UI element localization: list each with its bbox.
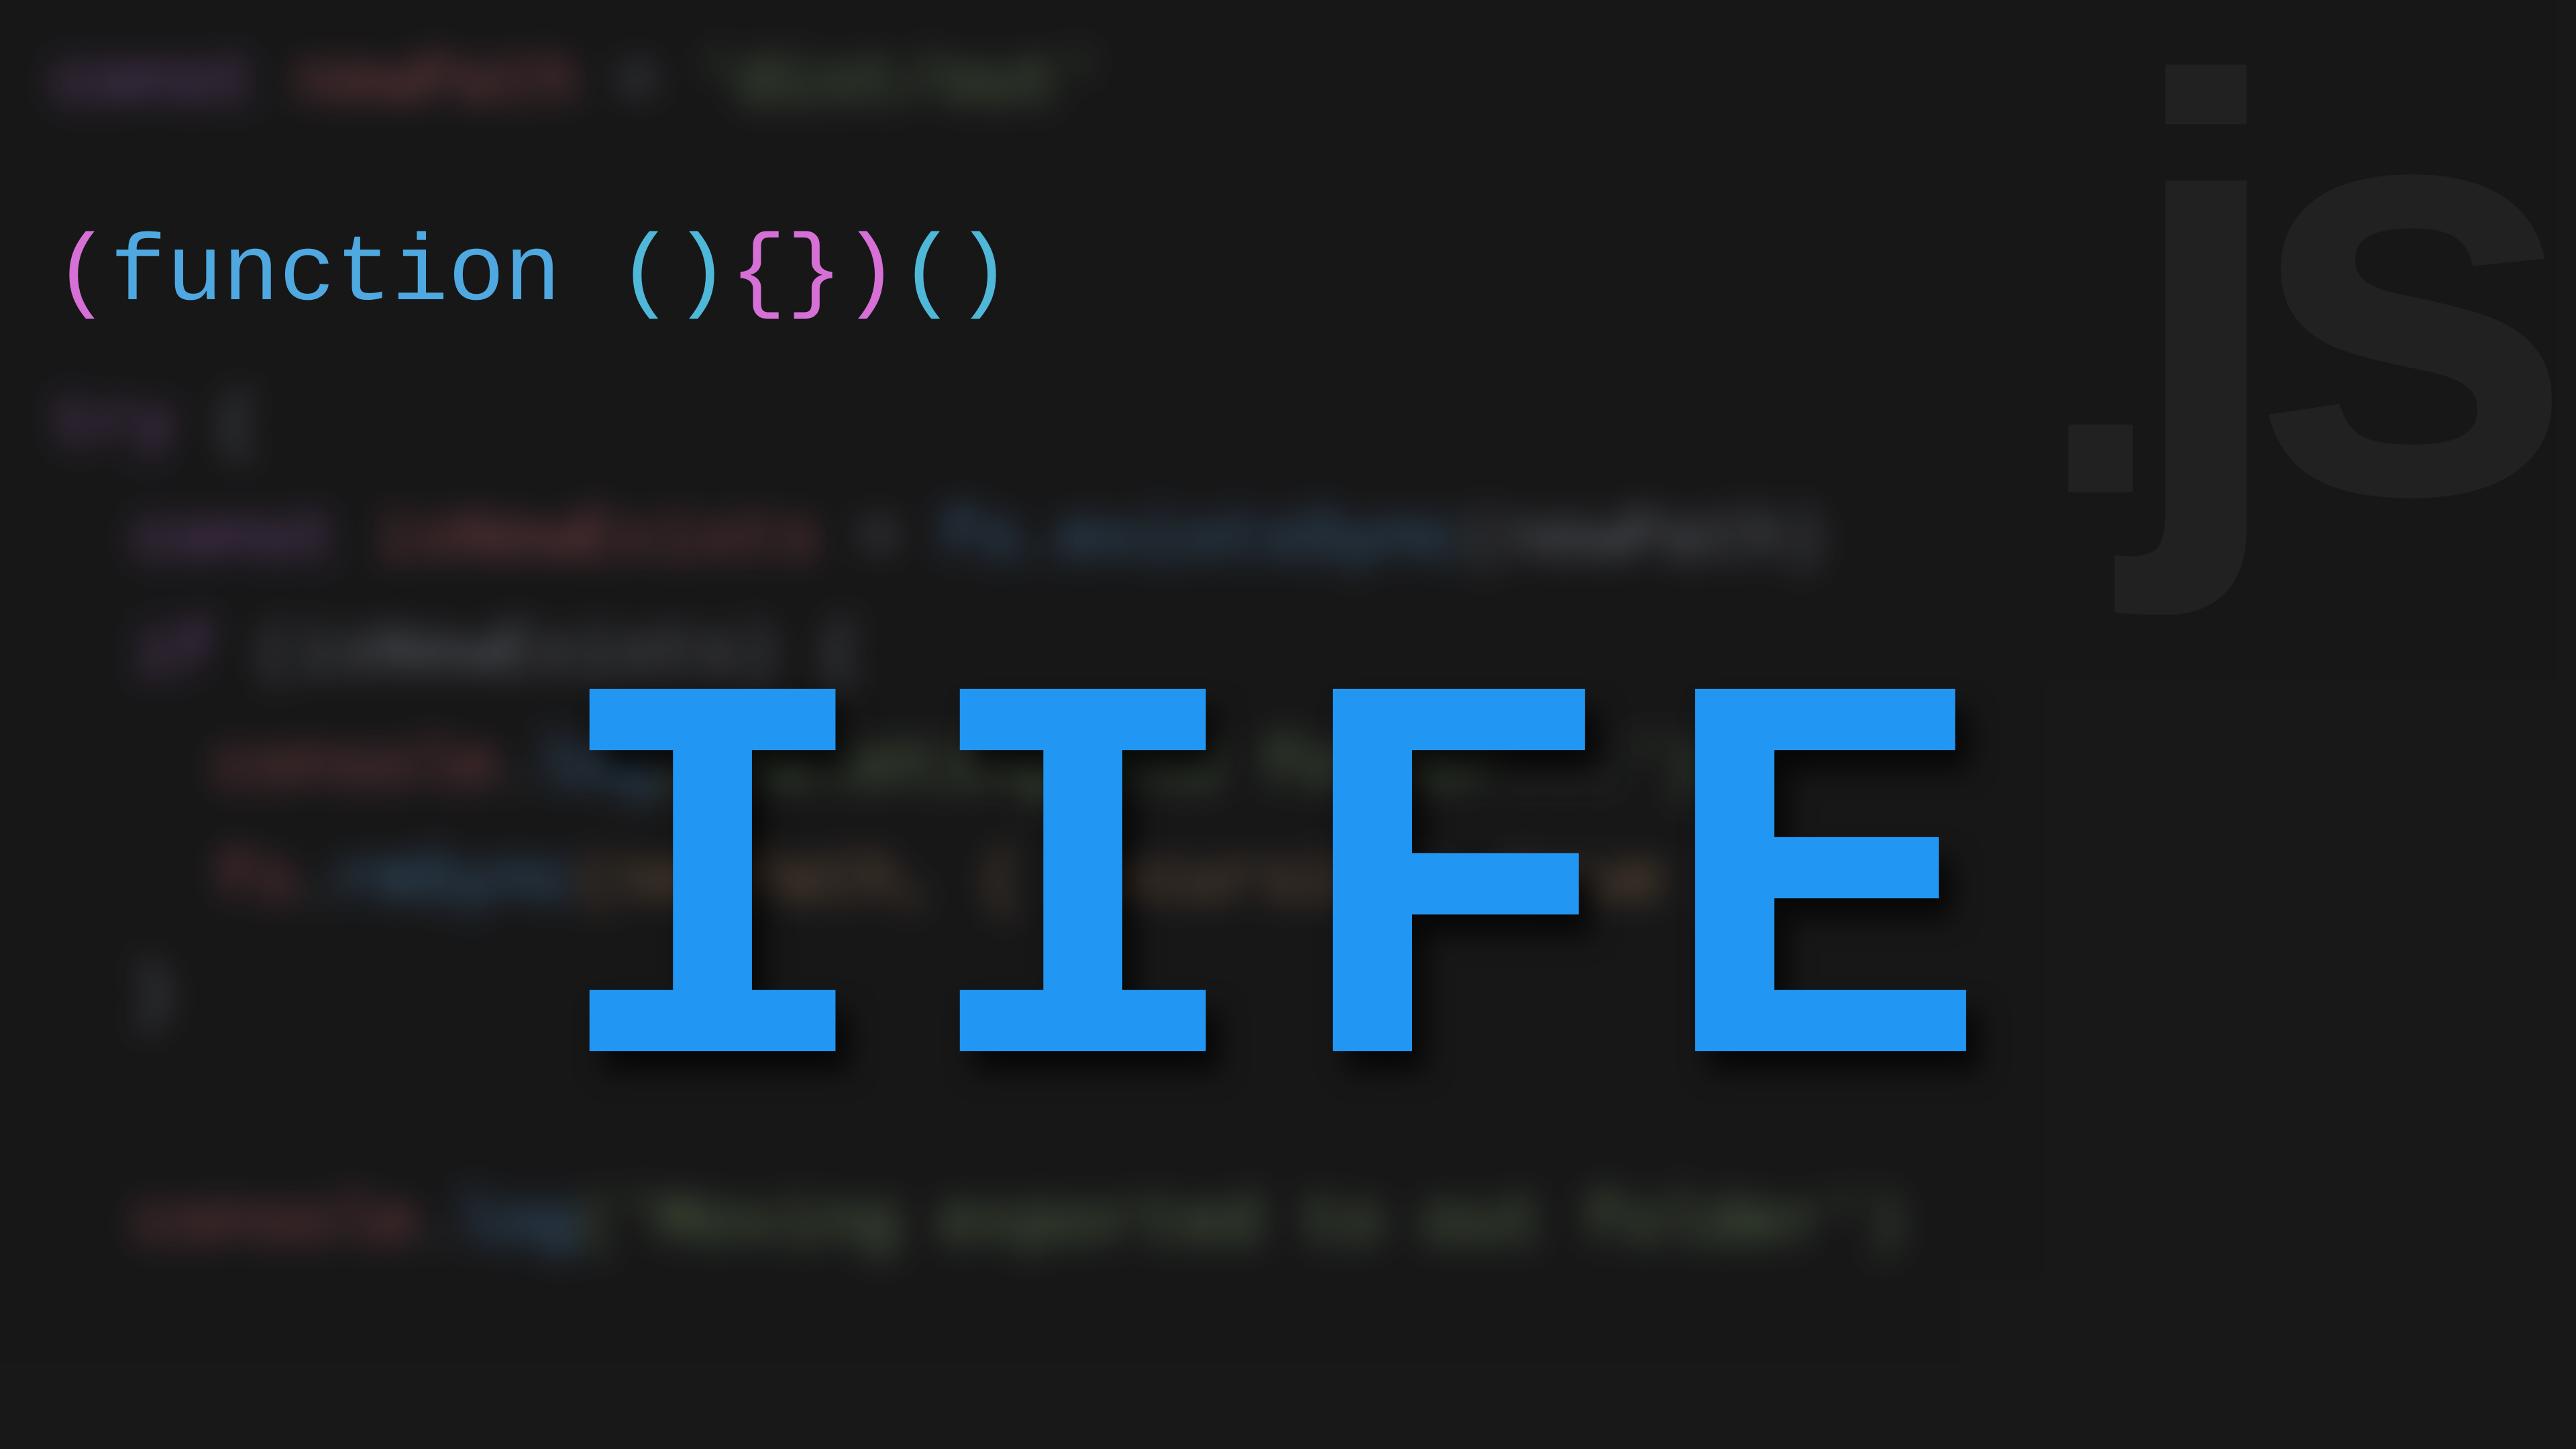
paren-close: ) [843,221,899,328]
js-watermark-icon: .js [2037,54,2536,510]
paren-invoke: () [899,221,1012,328]
function-keyword: function [110,221,561,328]
paren-pair-inner: () [617,221,730,328]
space [561,221,617,328]
iife-code-snippet: (function (){})() [54,221,1012,328]
paren-open: ( [54,221,110,328]
js-dot: . [2037,80,2124,590]
js-text: js [2124,0,2536,618]
iife-title: IIFE [547,631,2029,1181]
brace-pair: {} [730,221,843,328]
